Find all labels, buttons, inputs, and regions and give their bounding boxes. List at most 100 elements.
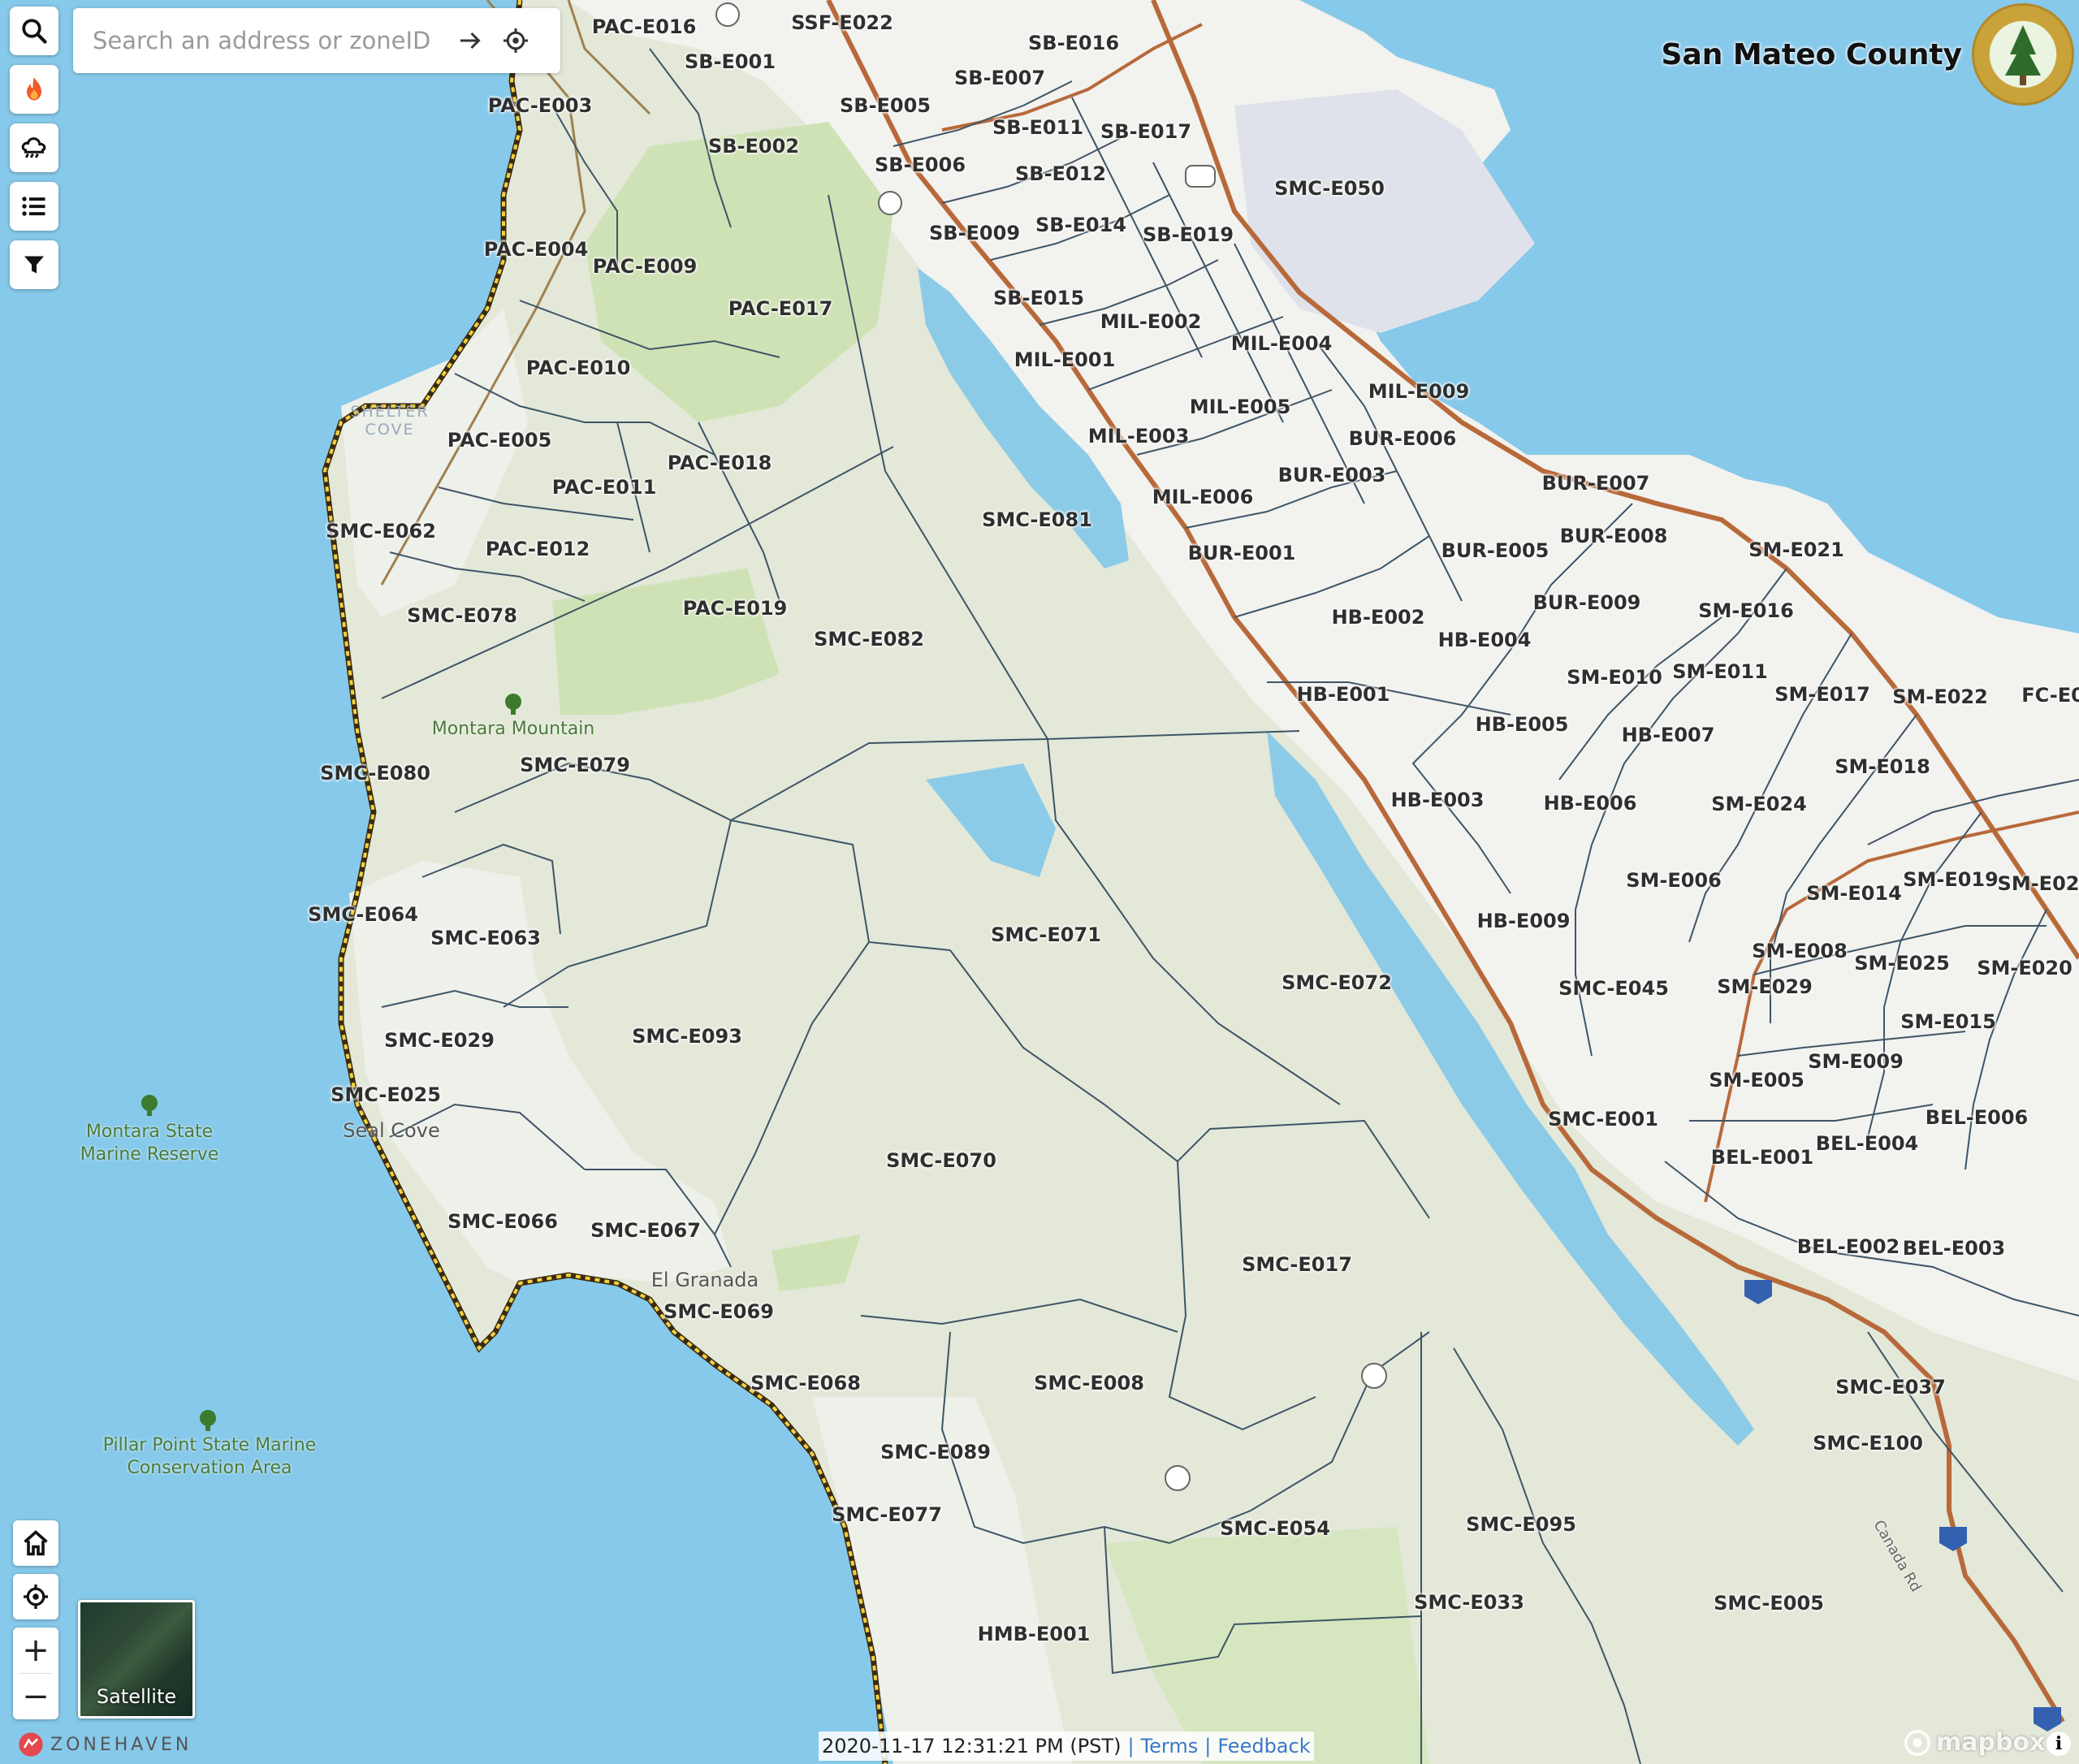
search-input[interactable] <box>91 26 443 55</box>
filter-button[interactable] <box>10 240 58 289</box>
zone-label[interactable]: PAC-E004 <box>484 238 589 261</box>
zone-label[interactable]: SMC-E062 <box>326 520 436 543</box>
zone-label[interactable]: SMC-E066 <box>447 1210 558 1233</box>
zone-label[interactable]: HMB-E001 <box>978 1623 1091 1645</box>
zone-label[interactable]: SMC-E095 <box>1466 1513 1576 1536</box>
zone-label[interactable]: SB-E011 <box>992 116 1083 139</box>
zone-label[interactable]: SB-E006 <box>875 153 966 176</box>
zone-label[interactable]: BEL-E004 <box>1816 1132 1918 1155</box>
zone-label[interactable]: MIL-E004 <box>1231 332 1333 355</box>
go-button[interactable] <box>452 22 489 59</box>
zone-label[interactable]: SM-E017 <box>1774 683 1870 706</box>
zone-label[interactable]: BEL-E002 <box>1797 1235 1900 1258</box>
list-button[interactable] <box>10 182 58 231</box>
zone-label[interactable]: HB-E004 <box>1438 629 1532 651</box>
zone-label[interactable]: SMC-E080 <box>320 762 430 785</box>
zone-label[interactable]: SMC-E089 <box>880 1441 991 1464</box>
terms-link[interactable]: Terms <box>1141 1735 1199 1758</box>
zone-label[interactable]: HB-E001 <box>1297 683 1390 706</box>
zoom-in-button[interactable]: + <box>13 1628 58 1673</box>
zone-label[interactable]: SM-E018 <box>1835 755 1930 778</box>
zone-label[interactable]: SM-E02 <box>1998 872 2079 895</box>
zone-label[interactable]: PAC-E017 <box>728 297 833 320</box>
zone-label[interactable]: SB-E009 <box>929 222 1020 244</box>
zone-label[interactable]: SMC-E082 <box>814 628 924 651</box>
zone-label[interactable]: BUR-E008 <box>1560 525 1668 547</box>
zone-label[interactable]: SB-E005 <box>840 94 931 117</box>
zone-label[interactable]: PAC-E009 <box>593 255 698 278</box>
zone-label[interactable]: SMC-E077 <box>832 1503 942 1526</box>
zone-label[interactable]: SM-E021 <box>1748 538 1844 561</box>
zone-label[interactable]: SM-E024 <box>1711 793 1807 815</box>
search-button[interactable] <box>10 6 58 55</box>
zone-label[interactable]: SMC-E050 <box>1274 177 1385 200</box>
zone-label[interactable]: MIL-E009 <box>1368 380 1470 403</box>
zone-label[interactable]: HB-E007 <box>1622 724 1715 746</box>
zone-label[interactable]: BUR-E001 <box>1188 542 1296 564</box>
fire-button[interactable] <box>10 65 58 114</box>
zone-label[interactable]: HB-E002 <box>1332 606 1425 629</box>
mapbox-attribution[interactable]: mapbox <box>1904 1728 2045 1757</box>
zone-label[interactable]: SM-E022 <box>1892 685 1988 708</box>
zone-label[interactable]: SMC-E008 <box>1034 1372 1144 1394</box>
zone-label[interactable]: MIL-E006 <box>1152 486 1254 508</box>
zoom-out-button[interactable]: − <box>13 1674 58 1719</box>
zone-label[interactable]: PAC-E019 <box>683 597 788 620</box>
home-button[interactable] <box>13 1520 58 1566</box>
zone-label[interactable]: SM-E016 <box>1698 599 1794 622</box>
zone-label[interactable]: SMC-E064 <box>308 903 418 926</box>
zone-label[interactable]: BEL-E001 <box>1711 1146 1813 1169</box>
zone-label[interactable]: SMC-E033 <box>1414 1591 1524 1614</box>
zone-label[interactable]: SM-E010 <box>1567 666 1662 689</box>
zone-label[interactable]: SB-E001 <box>685 50 776 73</box>
zone-label[interactable]: SMC-E017 <box>1242 1253 1352 1276</box>
weather-button[interactable] <box>10 123 58 172</box>
zone-label[interactable]: SM-E019 <box>1903 868 1999 891</box>
zone-label[interactable]: SMC-E100 <box>1813 1432 1923 1455</box>
zone-label[interactable]: PAC-E005 <box>447 429 552 452</box>
zone-label[interactable]: SB-E016 <box>1028 32 1119 54</box>
zone-label[interactable]: SM-E009 <box>1808 1050 1904 1073</box>
zone-label[interactable]: HB-E005 <box>1476 713 1569 736</box>
zone-label[interactable]: SB-E002 <box>708 135 799 158</box>
feedback-link[interactable]: Feedback <box>1217 1735 1310 1758</box>
zone-label[interactable]: SMC-E071 <box>991 923 1101 946</box>
zone-label[interactable]: BUR-E005 <box>1441 539 1550 562</box>
zone-label[interactable]: SMC-E069 <box>663 1300 774 1323</box>
locate-me-button[interactable] <box>497 22 534 59</box>
zone-label[interactable]: SB-E014 <box>1035 214 1126 236</box>
zone-label[interactable]: HB-E003 <box>1391 789 1485 811</box>
zone-label[interactable]: SB-E015 <box>993 287 1084 309</box>
zone-label[interactable]: SMC-E081 <box>982 508 1092 531</box>
zone-label[interactable]: BUR-E007 <box>1542 472 1650 495</box>
zone-label[interactable]: BUR-E006 <box>1349 427 1457 450</box>
zone-label[interactable]: BEL-E006 <box>1926 1106 2028 1129</box>
zone-label[interactable]: SB-E007 <box>954 67 1045 89</box>
zone-label[interactable]: PAC-E018 <box>668 452 772 474</box>
zone-label[interactable]: MIL-E005 <box>1190 396 1291 418</box>
zone-label[interactable]: BUR-E003 <box>1278 464 1386 486</box>
info-button[interactable]: i <box>2047 1732 2071 1756</box>
zone-label[interactable]: SM-E015 <box>1900 1010 1996 1033</box>
zone-label[interactable]: PAC-E012 <box>486 538 590 560</box>
zone-label[interactable]: SM-E014 <box>1806 882 1902 905</box>
zone-label[interactable]: HB-E009 <box>1477 910 1571 932</box>
zone-label[interactable]: HB-E006 <box>1544 792 1637 815</box>
zone-label[interactable]: SMC-E072 <box>1282 971 1392 994</box>
zone-label[interactable]: SMC-E070 <box>886 1149 996 1172</box>
zone-label[interactable]: SMC-E005 <box>1714 1592 1824 1615</box>
zone-label[interactable]: PAC-E003 <box>488 94 593 117</box>
zone-label[interactable]: MIL-E001 <box>1014 348 1116 371</box>
map-canvas[interactable] <box>0 0 2079 1764</box>
zone-label[interactable]: SMC-E037 <box>1835 1376 1946 1399</box>
zone-label[interactable]: SMC-E001 <box>1548 1108 1658 1131</box>
zone-label[interactable]: BUR-E009 <box>1533 591 1641 614</box>
zone-label[interactable]: FC-E0 <box>2021 684 2079 707</box>
zone-label[interactable]: SM-E005 <box>1709 1069 1805 1092</box>
zone-label[interactable]: SB-E019 <box>1143 223 1234 246</box>
zone-label[interactable]: MIL-E002 <box>1100 310 1202 333</box>
zone-label[interactable]: SSF-E022 <box>791 11 893 34</box>
zone-label[interactable]: PAC-E010 <box>526 357 631 379</box>
zone-label[interactable]: SM-E006 <box>1626 869 1722 892</box>
zone-label[interactable]: SM-E025 <box>1854 952 1950 975</box>
